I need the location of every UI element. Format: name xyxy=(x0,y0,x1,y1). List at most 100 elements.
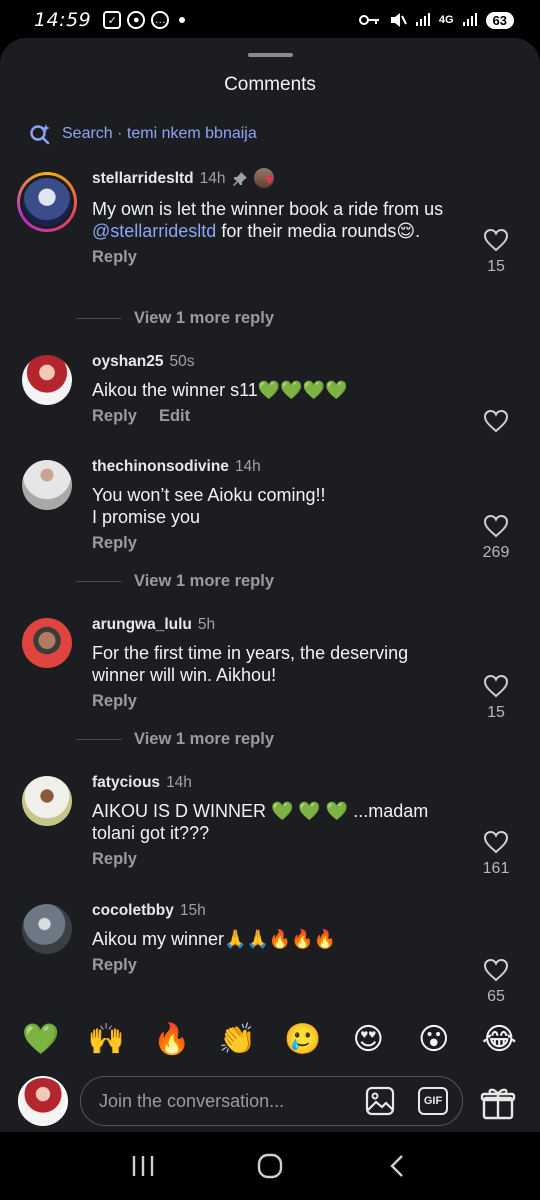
quick-emoji-clap[interactable]: 👏 xyxy=(215,1018,259,1062)
like-button[interactable]: 15 xyxy=(476,674,516,722)
comment-text: Aikou my winner🙏🙏🔥🔥🔥 xyxy=(92,929,337,949)
comment-time: 14h xyxy=(199,170,226,187)
comment-actions: Reply xyxy=(92,850,462,869)
quick-emoji-raised-hands[interactable]: 🙌 xyxy=(84,1018,128,1062)
like-count: 15 xyxy=(487,258,505,275)
heart-outline-icon xyxy=(483,228,509,252)
creator-liked-badge: ♥ xyxy=(253,168,280,190)
reply-button[interactable]: Reply xyxy=(92,956,137,975)
network-type: 4G xyxy=(438,14,454,26)
image-icon xyxy=(365,1086,395,1116)
back-button[interactable] xyxy=(377,1146,417,1186)
search-suggestion[interactable]: Search · temi nkem bbnaija xyxy=(28,122,257,146)
comment-actions: Reply xyxy=(92,248,462,267)
heart-outline-icon xyxy=(483,674,509,698)
reply-button[interactable]: Reply xyxy=(92,407,137,426)
comment-actions: Reply xyxy=(92,692,462,711)
comment-username[interactable]: stellarridesltd xyxy=(92,170,194,188)
quick-emoji-bar: 💚 🙌 🔥 👏 🥲 😍 😮 😂 xyxy=(0,1012,540,1068)
like-count: 65 xyxy=(487,988,505,1005)
message-bubble-icon: … xyxy=(151,11,170,29)
drag-handle[interactable] xyxy=(248,53,293,57)
person-icon: ● xyxy=(127,11,146,29)
view-more-replies[interactable]: View 1 more reply xyxy=(76,730,274,749)
status-notification-icons: ✓ ● … xyxy=(103,11,186,29)
like-button[interactable]: 65 xyxy=(476,958,516,1006)
comment-username[interactable]: cocoletbby xyxy=(92,902,174,920)
like-button[interactable]: 269 xyxy=(476,514,516,562)
comment-username[interactable]: fatycious xyxy=(92,774,160,792)
avatar[interactable] xyxy=(22,618,72,668)
avatar[interactable] xyxy=(22,904,72,954)
comment-text: My own is let the winner book a ride fro… xyxy=(92,199,444,241)
comment-time: 15h xyxy=(179,902,206,919)
reply-button[interactable]: Reply xyxy=(92,534,137,553)
comment-username[interactable]: oyshan25 xyxy=(92,353,164,371)
avatar[interactable] xyxy=(17,172,77,232)
comment-input[interactable]: Join the conversation... GIF xyxy=(80,1076,463,1126)
gif-button[interactable]: GIF xyxy=(418,1087,448,1115)
quick-emoji-wow[interactable]: 😮 xyxy=(412,1018,456,1062)
recent-apps-button[interactable] xyxy=(123,1146,163,1186)
comment-username[interactable]: arungwa_lulu xyxy=(92,616,192,634)
home-button[interactable] xyxy=(250,1146,290,1186)
recent-apps-icon xyxy=(133,1156,154,1176)
quick-emoji-fire[interactable]: 🔥 xyxy=(150,1018,194,1062)
like-button[interactable]: 161 xyxy=(476,830,516,878)
avatar[interactable] xyxy=(22,460,72,510)
divider xyxy=(76,581,122,582)
like-button[interactable]: 15 xyxy=(476,228,516,276)
check-box-icon: ✓ xyxy=(103,11,122,29)
quick-emoji-tear[interactable]: 🥲 xyxy=(281,1018,325,1062)
reply-button[interactable]: Reply xyxy=(92,248,137,267)
status-bar: 14:59 ✓ ● … 4G 63 xyxy=(0,0,540,40)
image-picker-button[interactable] xyxy=(364,1085,396,1117)
comment-body: oyshan25 50s Aikou the winner s11💚💚💚💚 Re… xyxy=(92,353,462,426)
battery-indicator: 63 xyxy=(485,11,514,29)
system-navigation-bar xyxy=(0,1132,540,1200)
comment-input-placeholder: Join the conversation... xyxy=(99,1090,285,1111)
reply-button[interactable]: Reply xyxy=(92,850,137,869)
view-more-label: View 1 more reply xyxy=(134,309,275,327)
divider xyxy=(76,739,122,740)
heart-outline-icon xyxy=(483,830,509,854)
like-count: 15 xyxy=(487,704,505,721)
comment-meta: arungwa_lulu 5h xyxy=(92,616,462,634)
like-count: 161 xyxy=(482,860,510,877)
comment-text: For the first time in years, the deservi… xyxy=(92,643,409,685)
quick-emoji-laugh[interactable]: 😂 xyxy=(477,1018,521,1062)
quick-emoji-green-heart[interactable]: 💚 xyxy=(19,1018,63,1062)
view-more-label: View 1 more reply xyxy=(134,572,275,590)
mention-link[interactable]: @stellarridesltd xyxy=(92,221,216,241)
comment-body: fatycious 14h AIKOU IS D WINNER 💚 💚 💚 ..… xyxy=(92,774,462,869)
comment-body: cocoletbby 15h Aikou my winner🙏🙏🔥🔥🔥 Repl… xyxy=(92,902,462,975)
quick-emoji-heart-eyes[interactable]: 😍 xyxy=(346,1018,390,1062)
comment-text: AIKOU IS D WINNER 💚 💚 💚 ...madam tolani … xyxy=(92,801,429,843)
signal-icon xyxy=(415,13,430,26)
comment-meta: thechinonsodivine 14h xyxy=(92,458,462,476)
comment-time: 5h xyxy=(197,616,216,633)
signal-icon-2 xyxy=(462,13,477,26)
comment-username[interactable]: thechinonsodivine xyxy=(92,458,229,476)
status-time: 14:59 xyxy=(34,9,92,31)
view-more-replies[interactable]: View 1 more reply xyxy=(76,572,274,591)
comment-meta: stellarridesltd 14h ♥ xyxy=(92,168,462,190)
comment-meta: oyshan25 50s xyxy=(92,353,462,371)
comment-text: You won’t see Aioku coming!! I promise y… xyxy=(92,485,326,527)
comment-actions: Reply xyxy=(92,956,462,975)
view-more-replies[interactable]: View 1 more reply xyxy=(76,309,274,328)
heart-badge-icon: ♥ xyxy=(265,172,274,187)
reply-button[interactable]: Reply xyxy=(92,692,137,711)
avatar[interactable] xyxy=(22,355,72,405)
sheet-title: Comments xyxy=(224,74,316,95)
comment-text: Aikou the winner s11💚💚💚💚 xyxy=(92,380,348,400)
edit-button[interactable]: Edit xyxy=(159,407,190,426)
pin-icon xyxy=(232,172,247,186)
like-button[interactable] xyxy=(476,409,516,433)
gift-button[interactable] xyxy=(480,1086,518,1120)
key-icon xyxy=(358,15,379,25)
avatar[interactable] xyxy=(22,776,72,826)
comment-actions: Reply Edit xyxy=(92,407,462,426)
divider xyxy=(76,318,122,319)
my-avatar[interactable] xyxy=(18,1076,68,1126)
